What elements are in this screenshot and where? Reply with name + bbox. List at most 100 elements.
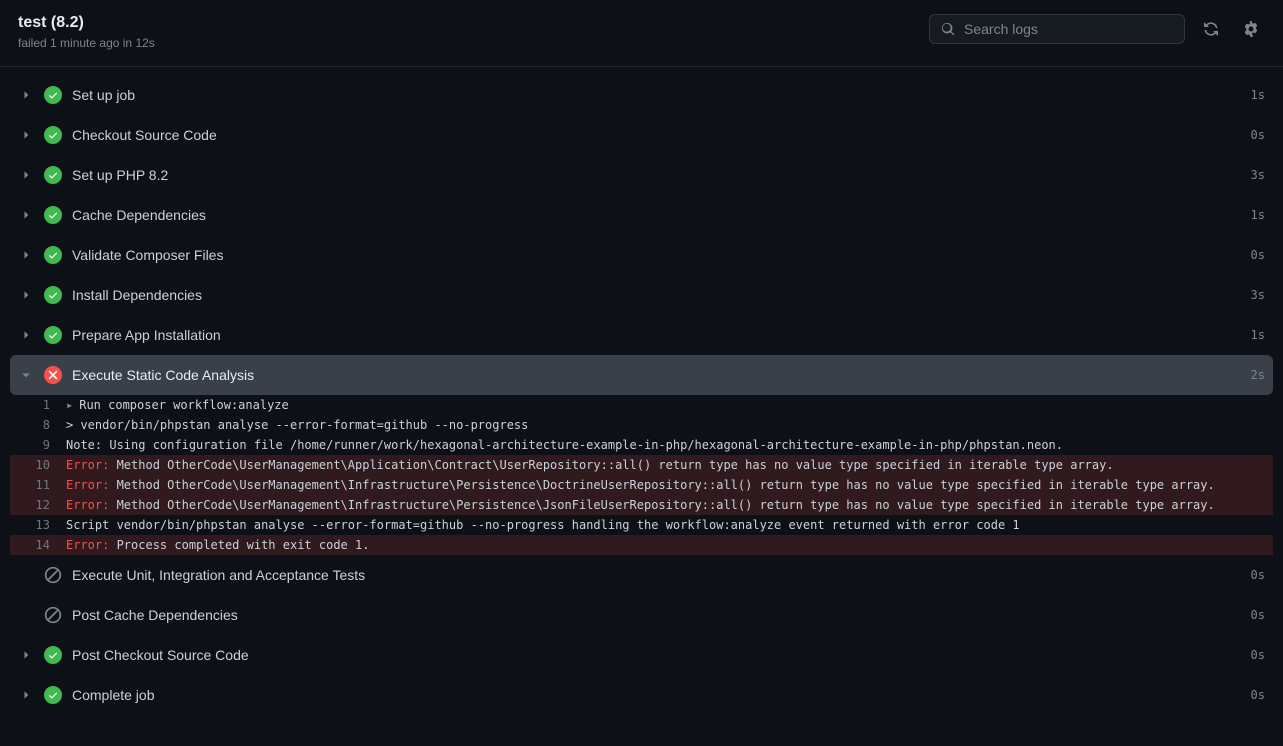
gear-icon [1243, 21, 1259, 37]
step-duration: 0s [1251, 248, 1265, 262]
log-line[interactable]: 9Note: Using configuration file /home/ru… [10, 435, 1273, 455]
check-circle-icon [44, 646, 62, 664]
step-duration: 3s [1251, 288, 1265, 302]
chevron-right-icon[interactable] [18, 327, 34, 343]
log-line[interactable]: 14Error: Process completed with exit cod… [10, 535, 1273, 555]
log-line[interactable]: 13Script vendor/bin/phpstan analyse --er… [10, 515, 1273, 535]
log-error-label: Error: [66, 498, 109, 512]
step-status-icon [44, 286, 62, 304]
log-line-number: 14 [10, 535, 66, 555]
log-line-content: ▸Run composer workflow:analyze [66, 395, 1273, 415]
check-circle-icon [44, 166, 62, 184]
log-block: 1▸Run composer workflow:analyze8> vendor… [10, 395, 1273, 555]
chevron-right-icon[interactable] [18, 167, 34, 183]
chevron-right-icon[interactable] [18, 687, 34, 703]
step-status-icon [44, 246, 62, 264]
check-circle-icon [44, 86, 62, 104]
check-circle-icon [44, 686, 62, 704]
step-duration: 1s [1251, 328, 1265, 342]
step-row[interactable]: Set up PHP 8.23s [10, 155, 1273, 195]
job-duration-join: in [123, 36, 132, 50]
job-duration: 12s [135, 36, 154, 50]
log-line-content: Note: Using configuration file /home/run… [66, 435, 1273, 455]
chevron-right-icon[interactable] [18, 207, 34, 223]
skip-icon [44, 606, 62, 624]
job-header-right [929, 14, 1265, 44]
job-header-left: test (8.2) failed 1 minute ago in 12s [18, 14, 155, 50]
check-circle-icon [44, 326, 62, 344]
step-duration: 1s [1251, 208, 1265, 222]
search-input[interactable] [929, 14, 1185, 44]
check-circle-icon [44, 246, 62, 264]
log-line-number: 13 [10, 515, 66, 535]
step-name: Post Checkout Source Code [72, 647, 1241, 663]
job-when: 1 minute ago [50, 36, 119, 50]
step-status-icon [44, 606, 62, 624]
x-circle-icon [44, 366, 62, 384]
step-status-icon [44, 326, 62, 344]
step-duration: 0s [1251, 688, 1265, 702]
step-status-icon [44, 206, 62, 224]
log-line-content: Error: Method OtherCode\UserManagement\I… [66, 495, 1273, 515]
step-row[interactable]: Validate Composer Files0s [10, 235, 1273, 275]
chevron-right-icon[interactable] [18, 247, 34, 263]
log-line[interactable]: 12Error: Method OtherCode\UserManagement… [10, 495, 1273, 515]
step-name: Complete job [72, 687, 1241, 703]
sync-icon [1203, 21, 1219, 37]
caret-right-icon[interactable]: ▸ [66, 395, 73, 415]
chevron-right-icon[interactable] [18, 287, 34, 303]
step-row[interactable]: Prepare App Installation1s [10, 315, 1273, 355]
step-duration: 2s [1251, 368, 1265, 382]
step-name: Post Cache Dependencies [72, 607, 1241, 623]
log-line-content: > vendor/bin/phpstan analyse --error-for… [66, 415, 1273, 435]
step-name: Execute Static Code Analysis [72, 367, 1241, 383]
log-line[interactable]: 11Error: Method OtherCode\UserManagement… [10, 475, 1273, 495]
step-row[interactable]: Execute Unit, Integration and Acceptance… [10, 555, 1273, 595]
search-wrap [929, 14, 1185, 44]
log-line[interactable]: 10Error: Method OtherCode\UserManagement… [10, 455, 1273, 475]
step-duration: 0s [1251, 648, 1265, 662]
step-row[interactable]: Checkout Source Code 0s [10, 115, 1273, 155]
step-name: Checkout Source Code [72, 127, 1241, 143]
job-status-word: failed [18, 36, 47, 50]
step-name: Set up job [72, 87, 1241, 103]
log-error-label: Error: [66, 538, 109, 552]
job-header: test (8.2) failed 1 minute ago in 12s [0, 0, 1283, 67]
chevron-right-icon[interactable] [18, 127, 34, 143]
steps-list: Set up job1sCheckout Source Code0sSet up… [0, 67, 1283, 725]
step-status-icon [44, 646, 62, 664]
step-row[interactable]: Set up job1s [10, 75, 1273, 115]
log-error-label: Error: [66, 458, 109, 472]
chevron-right-icon[interactable] [18, 647, 34, 663]
step-duration: 0s [1251, 608, 1265, 622]
step-row[interactable]: Post Checkout Source Code 0s [10, 635, 1273, 675]
log-line-number: 11 [10, 475, 66, 495]
log-line-number: 12 [10, 495, 66, 515]
step-duration: 0s [1251, 128, 1265, 142]
log-line-number: 9 [10, 435, 66, 455]
step-status-icon [44, 686, 62, 704]
chevron-down-icon[interactable] [18, 367, 34, 383]
step-row[interactable]: Cache Dependencies 1s [10, 195, 1273, 235]
log-line-content: Error: Method OtherCode\UserManagement\I… [66, 475, 1273, 495]
step-row[interactable]: Install Dependencies3s [10, 275, 1273, 315]
log-line-number: 1 [10, 395, 66, 415]
log-error-label: Error: [66, 478, 109, 492]
log-line-number: 8 [10, 415, 66, 435]
log-line-content: Error: Method OtherCode\UserManagement\A… [66, 455, 1273, 475]
step-name: Cache Dependencies [72, 207, 1241, 223]
check-circle-icon [44, 126, 62, 144]
step-row[interactable]: Execute Static Code Analysis 2s [10, 355, 1273, 395]
skip-icon [44, 566, 62, 584]
step-status-icon [44, 86, 62, 104]
log-line-content: Error: Process completed with exit code … [66, 535, 1273, 555]
refresh-button[interactable] [1197, 15, 1225, 43]
check-circle-icon [44, 286, 62, 304]
step-status-icon [44, 566, 62, 584]
log-line[interactable]: 8> vendor/bin/phpstan analyse --error-fo… [10, 415, 1273, 435]
step-row[interactable]: Post Cache Dependencies 0s [10, 595, 1273, 635]
log-line[interactable]: 1▸Run composer workflow:analyze [10, 395, 1273, 415]
step-row[interactable]: Complete job 0s [10, 675, 1273, 715]
chevron-right-icon[interactable] [18, 87, 34, 103]
settings-button[interactable] [1237, 15, 1265, 43]
